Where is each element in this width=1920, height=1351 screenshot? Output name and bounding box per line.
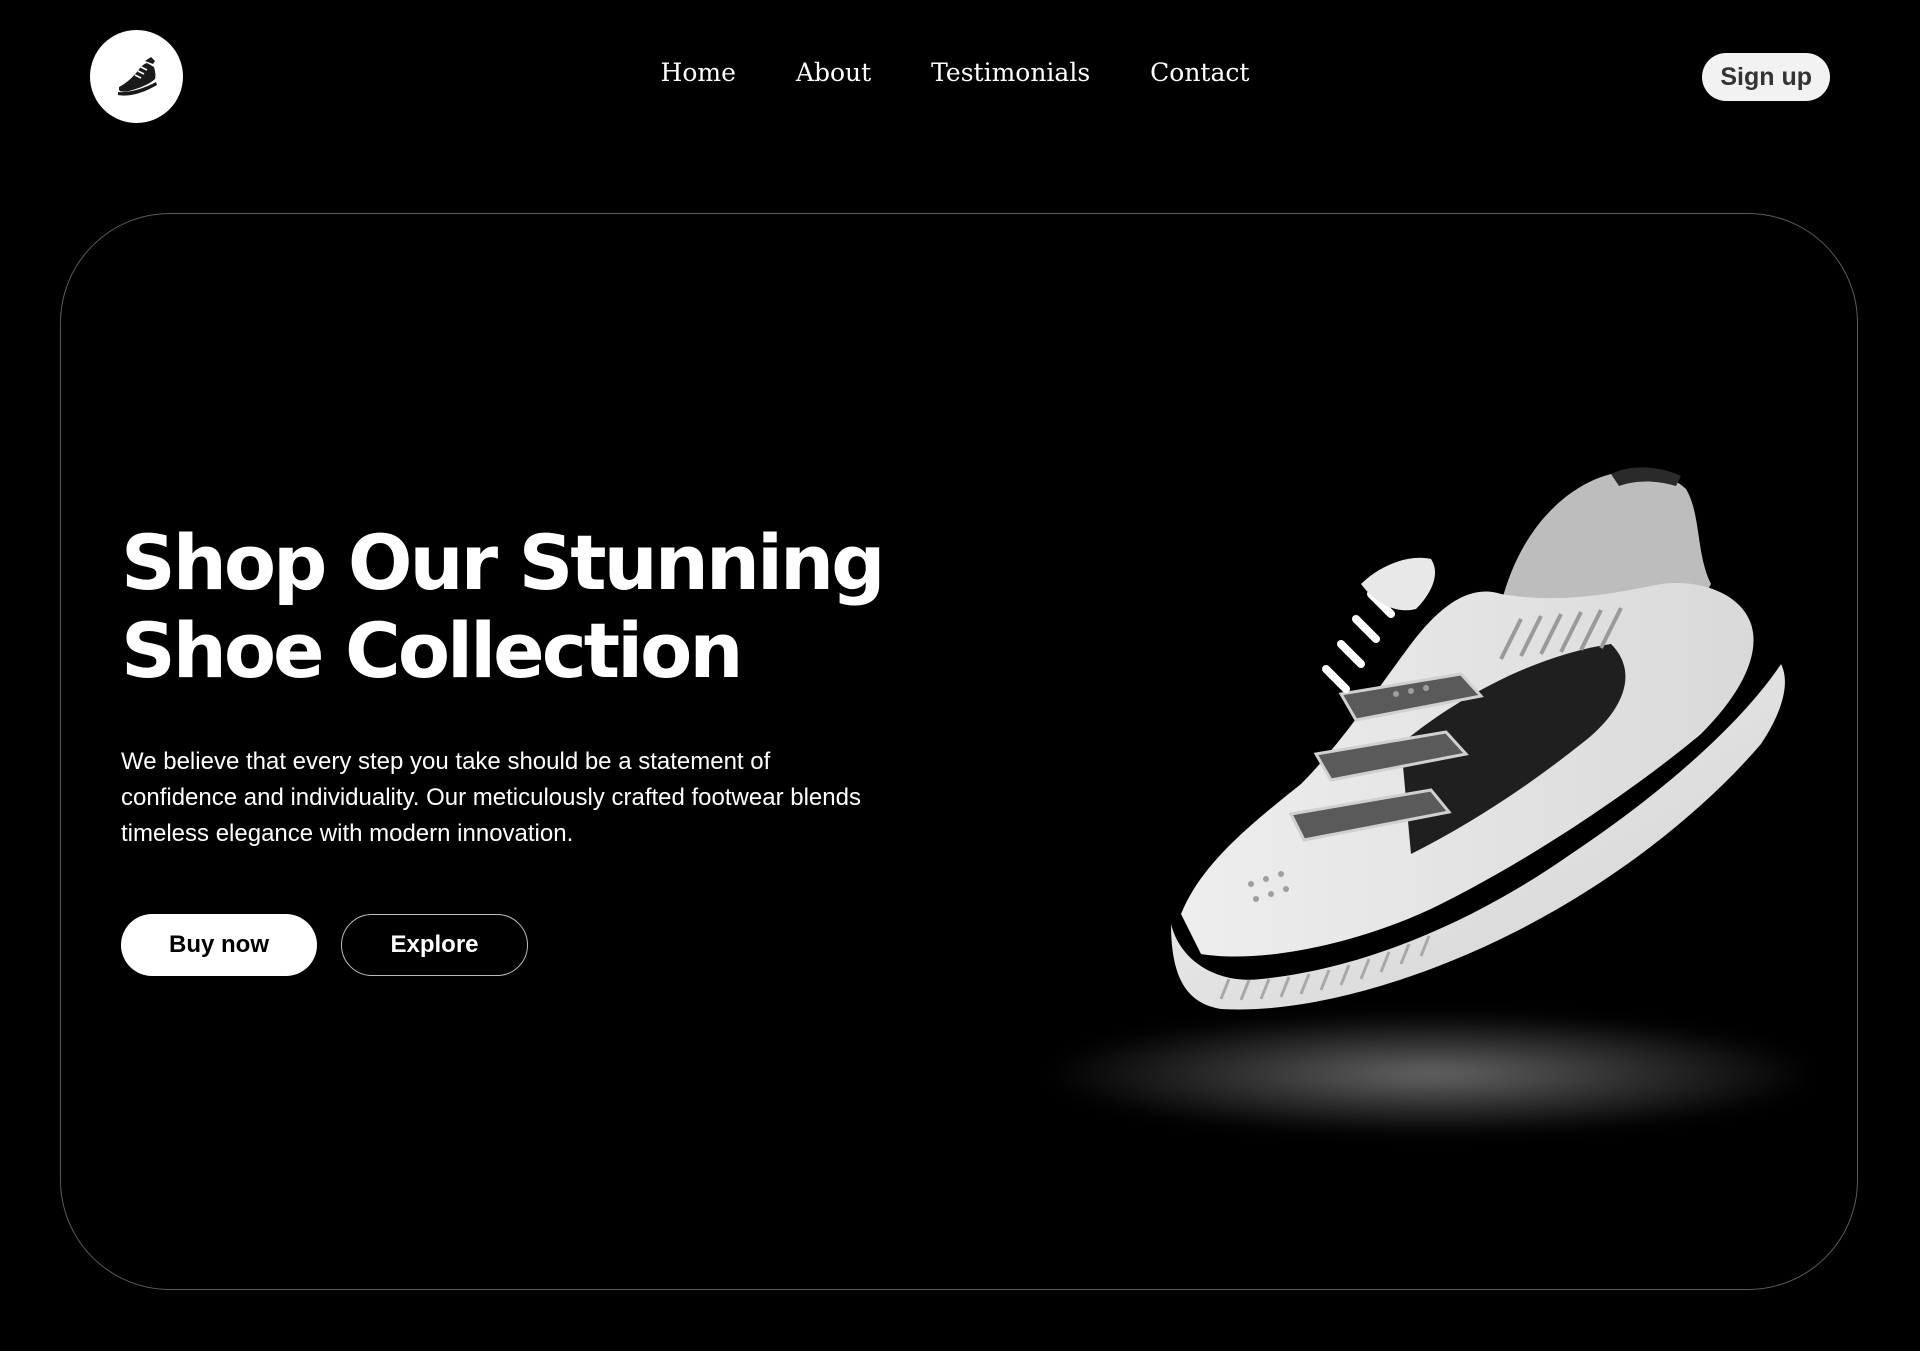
nav-about[interactable]: About [796,58,871,87]
signup-button[interactable]: Sign up [1702,53,1830,101]
sneaker-icon [117,56,157,96]
explore-button[interactable]: Explore [341,914,528,976]
nav-testimonials[interactable]: Testimonials [931,58,1090,87]
main-nav: Home About Testimonials Contact [0,58,1920,87]
logo[interactable] [90,30,183,123]
hero-description: We believe that every step you take shou… [121,748,861,847]
hero-headline: Shop Our Stunning Shoe Collection [121,519,1021,695]
nav-contact[interactable]: Contact [1150,58,1249,87]
sneaker-image [1171,467,1785,1010]
headline-line-1: Shop Our Stunning [121,518,886,607]
shoe-shadow [1051,1014,1811,1134]
nav-home[interactable]: Home [661,58,736,87]
page: Home About Testimonials Contact Sign up … [0,0,1920,1351]
headline-line-2: Shoe Collection [121,606,743,695]
hero-card: Shop Our Stunning Shoe Collection We bel… [60,213,1858,1290]
buy-now-button[interactable]: Buy now [121,914,317,976]
